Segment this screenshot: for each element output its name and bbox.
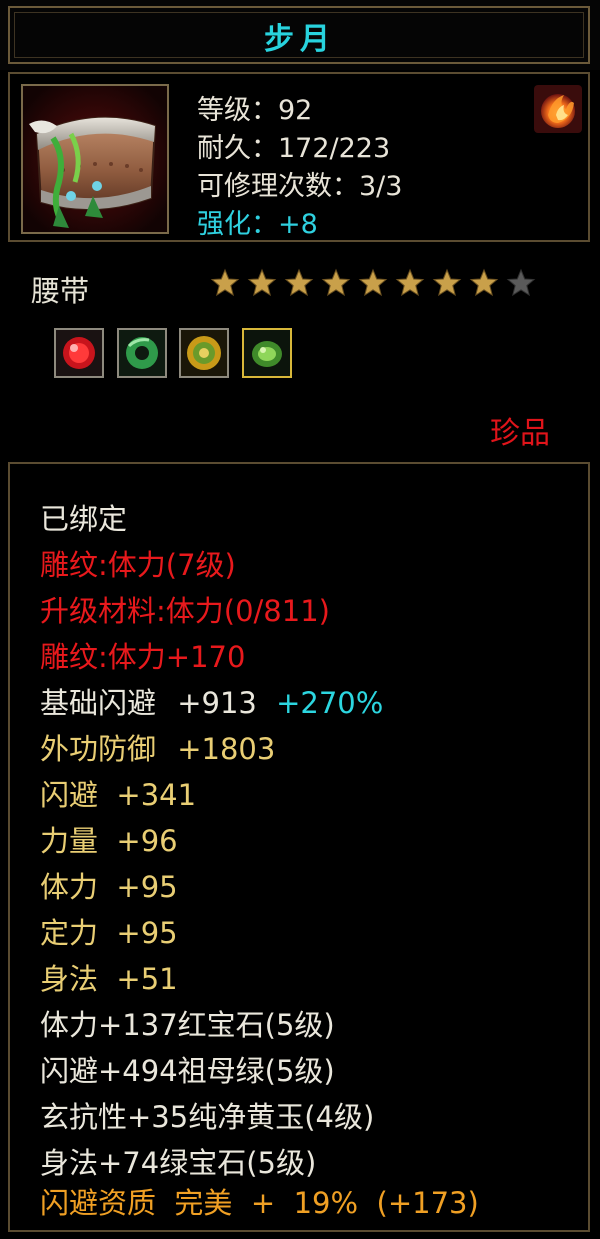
dodge-stat: 闪避 +341 xyxy=(40,778,197,812)
attribute-panel: 已绑定 雕纹:体力(7级) 升级材料:体力(0/811) 雕纹:体力+170 基… xyxy=(8,462,590,1232)
base-dodge-bonus: +270% xyxy=(276,686,384,720)
jade-ring-icon xyxy=(119,330,165,376)
gem-slot-2[interactable] xyxy=(117,328,167,378)
star-filled-icon xyxy=(210,268,240,297)
star-filled-icon xyxy=(284,268,314,297)
star-filled-icon xyxy=(395,268,425,297)
stamina-stat: 体力 +95 xyxy=(40,870,178,904)
gem-bonus-2: 闪避+494祖母绿(5级) xyxy=(40,1054,335,1088)
fire-element-icon xyxy=(534,85,582,133)
title-bar: 步月 xyxy=(0,0,600,70)
star-filled-icon xyxy=(432,268,462,297)
gem-bonus-1: 体力+137红宝石(5级) xyxy=(40,1008,335,1042)
star-filled-icon xyxy=(321,268,351,297)
item-level: 等级：92 xyxy=(197,95,313,126)
item-durability: 耐久：172/223 xyxy=(197,133,391,164)
bound-status: 已绑定 xyxy=(40,502,128,536)
focus-stat: 定力 +95 xyxy=(40,916,178,950)
base-dodge-line: 基础闪避 +913 +270% xyxy=(40,680,383,722)
item-enhance: 强化：+8 xyxy=(197,209,318,240)
engrave-level: 雕纹:体力(7级) xyxy=(40,548,236,582)
upgrade-material: 升级材料:体力(0/811) xyxy=(40,594,330,628)
emerald-icon xyxy=(244,330,290,376)
yellow-jade-icon xyxy=(181,330,227,376)
ext-defense-value: +1803 xyxy=(177,732,276,766)
base-dodge-value: +913 xyxy=(177,686,257,720)
gem-slot-3[interactable] xyxy=(179,328,229,378)
star-filled-icon xyxy=(247,268,277,297)
item-icon-frame[interactable] xyxy=(21,84,169,234)
item-tooltip: 步月 等级：92 耐久：172/223 可修理次数：3/3 强化：+8 腰带 珍… xyxy=(0,0,600,1239)
engrave-bonus: 雕纹:体力+170 xyxy=(40,640,246,674)
gem-slot-1[interactable] xyxy=(54,328,104,378)
ext-defense-label: 外功防御 xyxy=(40,732,157,766)
base-dodge-label: 基础闪避 xyxy=(40,686,157,720)
rarity-label: 珍品 xyxy=(490,416,550,451)
star-filled-icon xyxy=(469,268,499,297)
gem-bonus-3: 玄抗性+35纯净黄玉(4级) xyxy=(40,1100,375,1134)
gem-bonus-4: 身法+74绿宝石(5级) xyxy=(40,1146,317,1180)
dodge-quality: 闪避资质 完美 + 19% (+173) xyxy=(40,1186,479,1220)
ruby-gem-icon xyxy=(56,330,102,376)
item-repair-count: 可修理次数：3/3 xyxy=(197,171,403,202)
item-type-name: 腰带 xyxy=(31,274,90,308)
belt-icon xyxy=(23,86,167,232)
agility-stat: 身法 +51 xyxy=(40,962,178,996)
star-filled-icon xyxy=(358,268,388,297)
strength-stat: 力量 +96 xyxy=(40,824,178,858)
item-title: 步月 xyxy=(264,22,336,57)
star-empty-icon xyxy=(506,268,536,297)
ext-defense-line: 外功防御 +1803 xyxy=(40,726,275,768)
info-panel: 等级：92 耐久：172/223 可修理次数：3/3 强化：+8 xyxy=(8,72,590,242)
gem-slot-4[interactable] xyxy=(242,328,292,378)
